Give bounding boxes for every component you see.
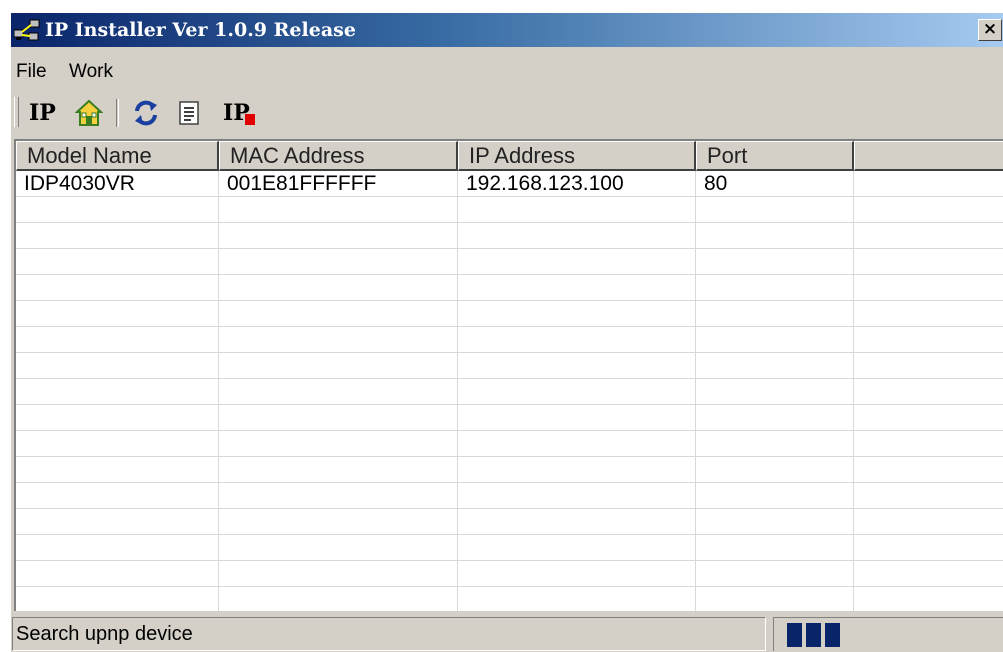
home-icon [74, 99, 104, 126]
refresh-icon [135, 100, 157, 126]
cell-model-name: IDP4030VR [24, 172, 135, 195]
column-header-port[interactable]: Port [696, 141, 854, 171]
empty-row [16, 301, 1003, 327]
column-header-ip-address[interactable]: IP Address [458, 141, 696, 171]
empty-row [16, 561, 1003, 587]
toolbar-grip[interactable] [14, 97, 19, 127]
empty-row [16, 223, 1003, 249]
column-header-blank [854, 141, 1003, 171]
list-icon [179, 101, 199, 125]
progress-block [825, 623, 840, 647]
progress-block [806, 623, 821, 647]
app-network-icon [14, 19, 40, 41]
ip-delete-button[interactable]: IP [223, 99, 263, 127]
cell-ip-address: 192.168.123.100 [466, 172, 624, 195]
empty-row [16, 327, 1003, 353]
menu-work[interactable]: Work [69, 59, 113, 85]
empty-row [16, 405, 1003, 431]
cell-mac-address: 001E81FFFFFF [227, 172, 377, 195]
progress-indicator [773, 617, 1003, 651]
progress-block [787, 623, 802, 647]
status-bar: Search upnp device [11, 615, 1003, 652]
close-button[interactable]: × [978, 19, 1002, 41]
menu-bar: File Work [11, 59, 1003, 85]
cell-blank [854, 171, 862, 196]
empty-row [16, 431, 1003, 457]
toolbar: IP IP [11, 93, 1003, 133]
empty-row [16, 197, 1003, 223]
red-square-icon [245, 114, 255, 125]
status-text: Search upnp device [12, 617, 766, 651]
empty-row [16, 483, 1003, 509]
title-bar[interactable]: IP Installer Ver 1.0.9 Release × [11, 13, 1003, 47]
table-row[interactable]: IDP4030VR 001E81FFFFFF 192.168.123.100 8… [16, 171, 1003, 197]
list-header: Model Name MAC Address IP Address Port [16, 141, 1003, 171]
empty-row [16, 535, 1003, 561]
toolbar-separator [116, 99, 119, 127]
refresh-button[interactable] [132, 99, 162, 127]
cell-port: 80 [704, 172, 728, 195]
empty-row [16, 587, 1003, 611]
column-header-model-name[interactable]: Model Name [16, 141, 219, 171]
empty-row [16, 457, 1003, 483]
empty-row [16, 275, 1003, 301]
empty-row [16, 353, 1003, 379]
app-window: IP Installer Ver 1.0.9 Release × File Wo… [10, 12, 1003, 652]
empty-row [16, 509, 1003, 535]
ip-text-icon: IP [29, 100, 56, 126]
empty-row [16, 379, 1003, 405]
window-title: IP Installer Ver 1.0.9 Release [45, 19, 356, 41]
empty-row [16, 249, 1003, 275]
column-header-mac-address[interactable]: MAC Address [219, 141, 458, 171]
list-button[interactable] [177, 99, 203, 127]
menu-file[interactable]: File [16, 59, 47, 85]
device-list[interactable]: Model Name MAC Address IP Address Port I… [14, 139, 1003, 611]
home-button[interactable] [74, 99, 105, 127]
ip-setup-button[interactable]: IP [29, 99, 56, 127]
